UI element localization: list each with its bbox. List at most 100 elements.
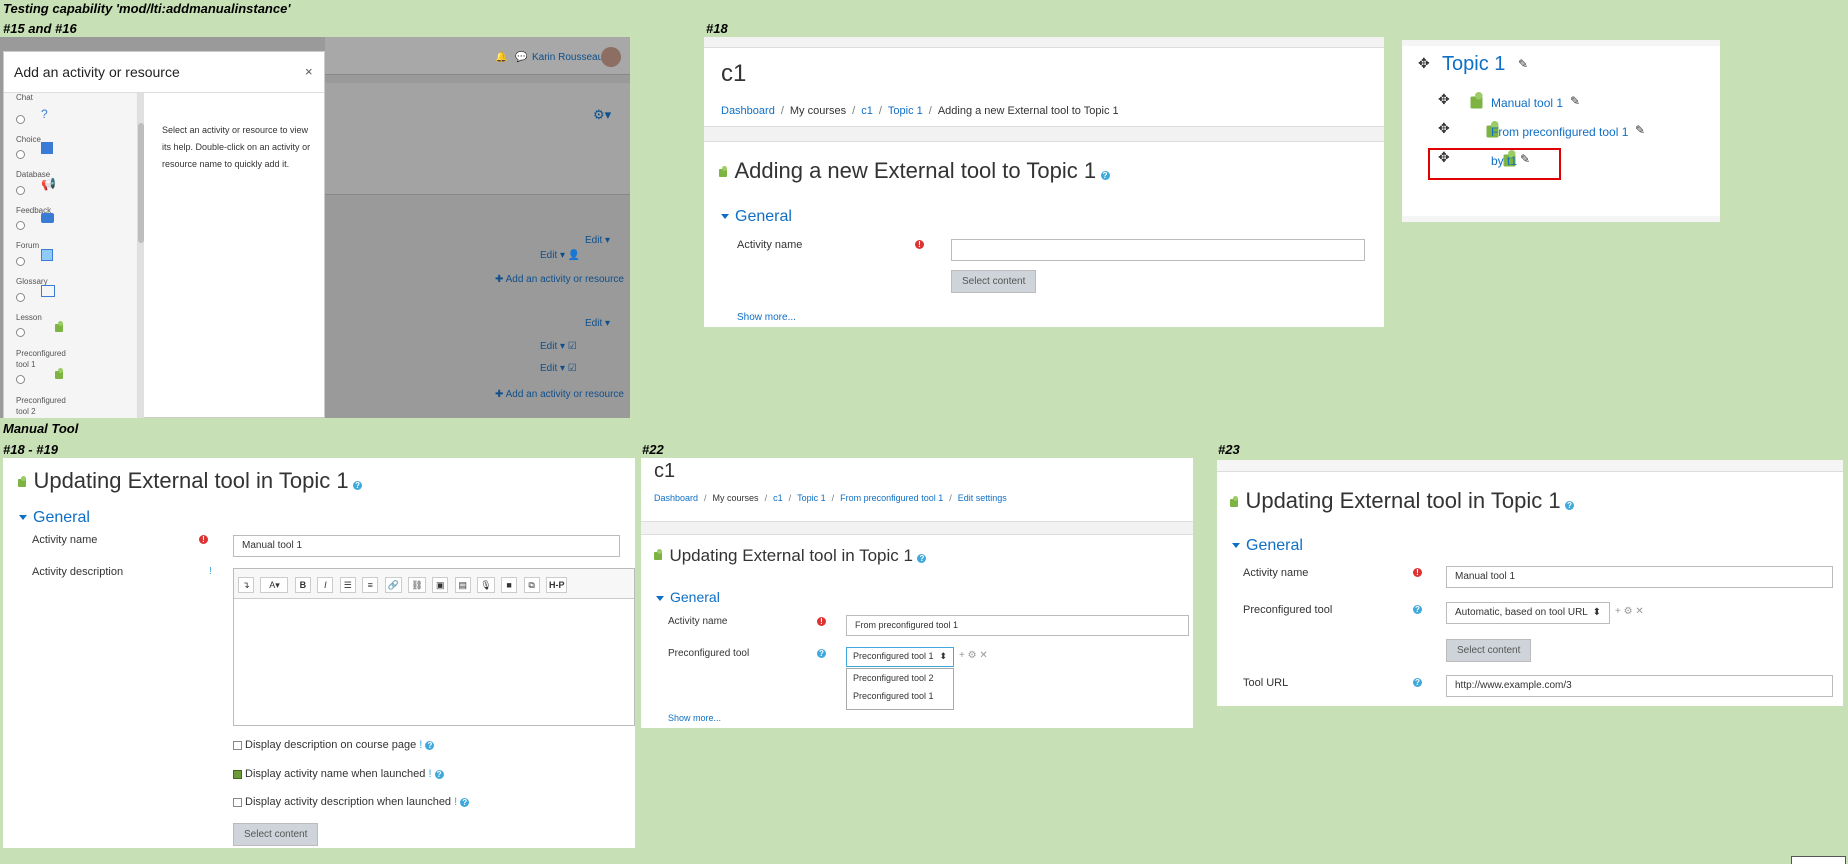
- list-item-preconfigured-2[interactable]: Preconfigured tool 2: [16, 368, 76, 417]
- activity-by-t1[interactable]: by t1: [1491, 154, 1517, 168]
- list-item-choice[interactable]: ? Choice: [16, 107, 48, 144]
- user-name[interactable]: Karin Rousseau: [532, 52, 603, 63]
- video-icon[interactable]: ■: [501, 577, 518, 593]
- help-icon[interactable]: ?: [460, 798, 470, 807]
- edit-menu-4[interactable]: Edit ▾ ☑: [540, 341, 577, 352]
- crumb-dashboard[interactable]: Dashboard: [654, 493, 698, 503]
- move-icon[interactable]: ✥: [1418, 55, 1430, 72]
- activity-name-input[interactable]: [951, 239, 1365, 261]
- pencil-icon[interactable]: ✎: [1570, 94, 1580, 108]
- crumb-activity[interactable]: From preconfigured tool 1: [840, 493, 943, 503]
- checkbox-display-description[interactable]: Display description on course page ! ?: [233, 739, 435, 751]
- plus-icon[interactable]: + ⚙ ✕: [1615, 606, 1644, 617]
- h5p-icon[interactable]: H-P: [545, 577, 568, 593]
- edit-menu-2[interactable]: Edit ▾ 👤: [540, 250, 580, 261]
- help-icon[interactable]: ?: [434, 770, 444, 779]
- tool-url-input[interactable]: http://www.example.com/3: [1446, 675, 1833, 697]
- crumb-edit-settings[interactable]: Edit settings: [958, 493, 1007, 503]
- pencil-icon[interactable]: ✎: [1635, 123, 1645, 137]
- crumb-my-courses[interactable]: My courses: [790, 105, 846, 117]
- help-icon[interactable]: ?: [917, 554, 927, 563]
- edit-menu-5[interactable]: Edit ▾ ☑: [540, 363, 577, 374]
- help-icon[interactable]: ?: [1413, 605, 1422, 614]
- chat-icon[interactable]: 💬: [515, 52, 527, 63]
- move-icon[interactable]: ✥: [1438, 120, 1450, 137]
- activity-from-preconfigured[interactable]: From preconfigured tool 1: [1491, 125, 1628, 139]
- edit-menu-1[interactable]: Edit ▾: [585, 235, 610, 246]
- list-item-preconfigured-1[interactable]: Preconfigured tool 1: [16, 321, 76, 370]
- activity-manual-tool-1[interactable]: Manual tool 1: [1491, 96, 1563, 110]
- select-content-button[interactable]: Select content: [1446, 639, 1532, 662]
- avatar[interactable]: [601, 47, 621, 67]
- crumb-c1[interactable]: c1: [773, 493, 783, 503]
- move-icon[interactable]: ✥: [1438, 91, 1450, 108]
- preconfigured-tool-select[interactable]: Preconfigured tool 1 ⬍: [846, 647, 954, 667]
- select-content-button[interactable]: Select content: [233, 823, 319, 846]
- activity-name-input[interactable]: Manual tool 1: [1446, 566, 1833, 588]
- crumb-topic[interactable]: Topic 1: [797, 493, 826, 503]
- select-content-button[interactable]: Select content: [951, 270, 1037, 293]
- radio[interactable]: [16, 115, 25, 124]
- list-item-chat[interactable]: Chat: [16, 93, 33, 102]
- help-icon[interactable]: ?: [817, 649, 826, 658]
- crumb-my-courses[interactable]: My courses: [713, 493, 759, 503]
- numbered-list-icon[interactable]: ≡: [362, 577, 379, 593]
- checkbox[interactable]: [233, 797, 242, 807]
- collapse-icon[interactable]: ↴: [238, 577, 254, 593]
- list-item-glossary[interactable]: Glossary: [16, 249, 53, 286]
- italic-icon[interactable]: I: [317, 577, 334, 593]
- general-section-toggle[interactable]: General: [1232, 537, 1303, 555]
- edit-menu-3[interactable]: Edit ▾: [585, 318, 610, 329]
- list-item-feedback[interactable]: 📢 Feedback: [16, 177, 56, 215]
- link-icon[interactable]: 🔗: [384, 577, 402, 593]
- pencil-icon[interactable]: ✎: [1518, 57, 1528, 71]
- close-icon[interactable]: ×: [305, 64, 313, 79]
- image-icon[interactable]: ▣: [432, 577, 449, 593]
- radio[interactable]: [16, 186, 25, 195]
- bold-icon[interactable]: B: [294, 577, 311, 593]
- general-section-toggle[interactable]: General: [19, 509, 90, 527]
- help-icon[interactable]: ?: [353, 481, 363, 490]
- dropdown-option[interactable]: Preconfigured tool 1: [847, 687, 953, 705]
- add-activity-link-2[interactable]: ✚ Add an activity or resource: [495, 389, 624, 400]
- crumb-c1[interactable]: c1: [861, 105, 873, 117]
- bell-icon[interactable]: 🔔: [495, 52, 507, 63]
- topic-title[interactable]: Topic 1: [1442, 53, 1505, 76]
- show-more-link[interactable]: Show more...: [737, 312, 796, 323]
- checkbox-display-activity-description[interactable]: Display activity description when launch…: [233, 796, 470, 808]
- copy-icon[interactable]: ⧉: [523, 577, 540, 593]
- list-item-lesson[interactable]: Lesson: [16, 285, 55, 322]
- show-more-link[interactable]: Show more...: [668, 713, 721, 723]
- activity-name-input[interactable]: Manual tool 1: [233, 535, 620, 557]
- media-icon[interactable]: ▤: [454, 577, 471, 593]
- preconfigured-tool-select[interactable]: Automatic, based on tool URL ⬍: [1446, 602, 1610, 624]
- unlink-icon[interactable]: ⛓: [408, 577, 426, 593]
- list-item-forum[interactable]: Forum: [16, 213, 54, 250]
- radio[interactable]: [16, 221, 25, 230]
- radio[interactable]: [16, 375, 25, 384]
- help-icon[interactable]: ?: [1413, 678, 1422, 687]
- microphone-icon[interactable]: 🎙: [477, 577, 495, 593]
- crumb-topic[interactable]: Topic 1: [888, 105, 923, 117]
- font-style-icon[interactable]: A▾: [260, 577, 289, 593]
- pencil-icon[interactable]: ✎: [1520, 152, 1530, 166]
- crumb-dashboard[interactable]: Dashboard: [721, 105, 775, 117]
- description-editor[interactable]: ↴ A▾ B I ☰ ≡ 🔗 ⛓ ▣ ▤ 🎙 ■ ⧉ H-P: [233, 568, 635, 726]
- add-activity-link-1[interactable]: ✚ Add an activity or resource: [495, 274, 624, 285]
- checkbox[interactable]: [233, 769, 242, 779]
- general-section-toggle[interactable]: General: [656, 589, 720, 605]
- move-icon[interactable]: ✥: [1438, 149, 1450, 166]
- help-icon[interactable]: ?: [1100, 171, 1110, 180]
- radio[interactable]: [16, 150, 25, 159]
- help-icon[interactable]: ?: [1565, 501, 1575, 510]
- checkbox[interactable]: [233, 740, 242, 750]
- scrollbar[interactable]: [138, 93, 144, 418]
- checkbox-display-name[interactable]: Display activity name when launched ! ?: [233, 768, 444, 780]
- activity-name-input[interactable]: From preconfigured tool 1: [846, 615, 1189, 636]
- list-item-database[interactable]: Database: [16, 142, 53, 179]
- radio[interactable]: [16, 328, 25, 337]
- gear-icon[interactable]: ⚙▾: [593, 107, 611, 123]
- help-icon[interactable]: ?: [425, 741, 435, 750]
- radio[interactable]: [16, 293, 25, 302]
- general-section-toggle[interactable]: General: [721, 208, 792, 226]
